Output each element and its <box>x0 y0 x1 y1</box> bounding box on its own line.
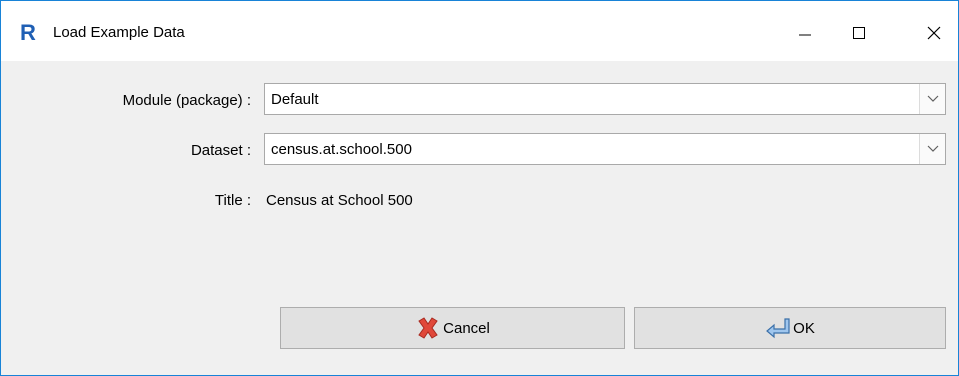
ok-button[interactable]: OK <box>634 307 946 349</box>
dialog-window: R Load Example Data Module (package) : D… <box>0 0 959 376</box>
cancel-x-icon <box>418 317 438 339</box>
module-select-value: Default <box>271 91 319 108</box>
r-logo-icon: R <box>20 22 36 42</box>
dataset-select-value: census.at.school.500 <box>271 141 412 158</box>
cancel-button-label: Cancel <box>443 319 490 337</box>
title-label: Title : <box>214 192 251 209</box>
title-value: Census at School 500 <box>266 192 413 209</box>
window-title: Load Example Data <box>53 24 185 41</box>
module-select[interactable]: Default <box>264 83 946 115</box>
maximize-icon <box>853 27 865 39</box>
chevron-down-icon[interactable] <box>919 84 945 114</box>
svg-text:R: R <box>20 22 36 42</box>
enter-arrow-icon <box>766 318 790 339</box>
title-bar[interactable]: R Load Example Data <box>1 1 958 61</box>
dataset-select[interactable]: census.at.school.500 <box>264 133 946 165</box>
cancel-button[interactable]: Cancel <box>280 307 625 349</box>
close-icon <box>927 26 941 40</box>
minimize-button[interactable] <box>782 15 828 51</box>
dialog-body: Module (package) : Default Dataset : cen… <box>1 61 958 375</box>
module-label: Module (package) : <box>122 92 251 109</box>
minimize-icon <box>799 34 811 36</box>
ok-button-label: OK <box>793 319 815 337</box>
dataset-label: Dataset : <box>190 142 251 159</box>
close-button[interactable] <box>911 15 957 51</box>
maximize-button[interactable] <box>836 15 882 51</box>
chevron-down-icon[interactable] <box>919 134 945 164</box>
